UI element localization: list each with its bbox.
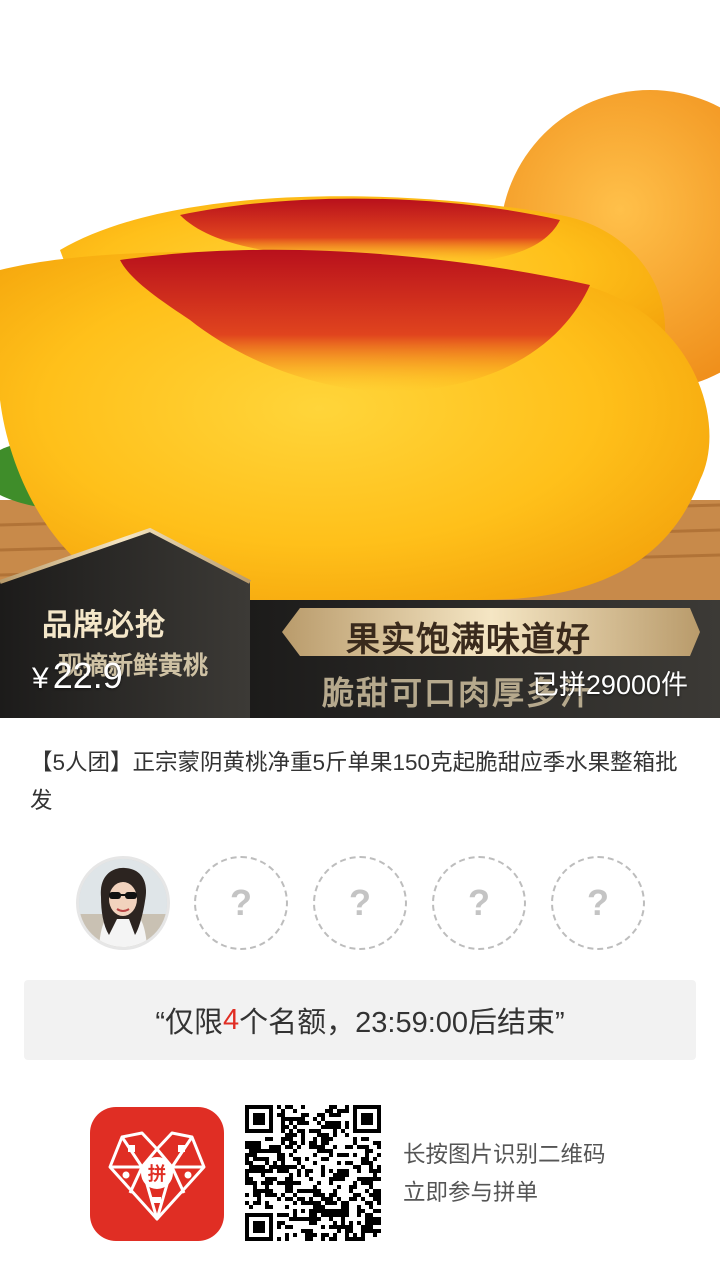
qr-hint-line1: 长按图片识别二维码 [403, 1142, 606, 1167]
empty-member-slot: ? [313, 856, 407, 950]
currency-symbol: ¥ [32, 662, 49, 695]
svg-text:拼: 拼 [148, 1163, 166, 1185]
empty-member-slot: ? [432, 856, 526, 950]
price-value: 22.9 [52, 655, 123, 696]
deadline-suffix: 个名额，23:59:00后结束” [239, 1007, 565, 1039]
qr-code-icon [245, 1105, 381, 1241]
user-photo [79, 859, 167, 947]
qr-hint-line2: 立即参与拼单 [403, 1180, 539, 1205]
sold-count: 已拼29000件 [531, 670, 688, 700]
deadline-prefix: “仅限 [155, 1007, 223, 1039]
group-members: ? ? ? ? [76, 856, 646, 952]
group-deadline-notice: “仅限 4 个名额，23:59:00后结束” [24, 980, 696, 1060]
qr-hint: 长按图片识别二维码 立即参与拼单 [403, 1136, 606, 1212]
empty-member-slot: ? [194, 856, 288, 950]
qr-code[interactable] [245, 1105, 381, 1241]
pinduoduo-logo-icon: 拼 [90, 1107, 224, 1241]
product-price: ¥22.9 [32, 655, 123, 697]
remaining-slots-count: 4 [222, 1003, 240, 1036]
promo-badge-title: 品牌必抢 [42, 609, 166, 642]
product-image[interactable]: 品牌必抢 现摘新鲜黄桃 果实饱满味道好 脆甜可口肉厚多汁 ¥22.9 已拼290… [0, 0, 720, 718]
avatar[interactable] [76, 856, 170, 950]
product-title[interactable]: 【5人团】正宗蒙阴黄桃净重5斤单果150克起脆甜应季水果整箱批发 [30, 744, 690, 820]
empty-member-slot: ? [551, 856, 645, 950]
promo-banner-title: 果实饱满味道好 [346, 621, 591, 659]
